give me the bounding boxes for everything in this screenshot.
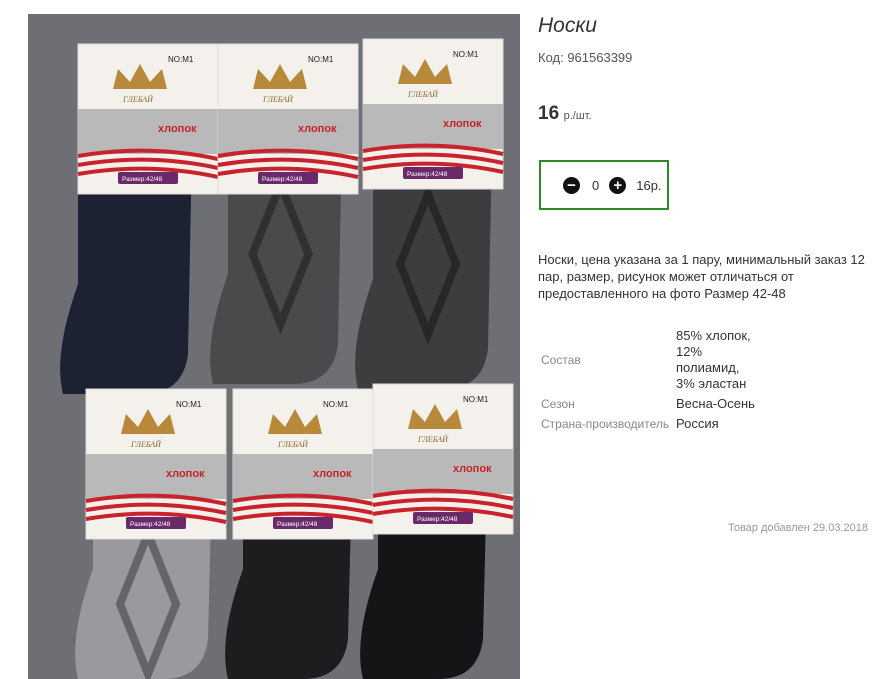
sock-pack: NO:M1 ГЛЕБАЙ хлопок Размер:42/48 <box>60 43 219 394</box>
label-size: Размер:42/48 <box>417 516 458 523</box>
label-no: NO:M1 <box>176 400 202 409</box>
label-brand: ГЛЕБАЙ <box>262 94 294 104</box>
label-brand: ГЛЕБАЙ <box>417 434 449 444</box>
property-key: Состав <box>541 353 581 367</box>
quantity-value[interactable]: 0 <box>592 178 599 193</box>
sock-pack: NO:M1 ГЛЕБАЙ хлопок Размер:42/48 <box>360 383 514 679</box>
label-brand: ГЛЕБАЙ <box>407 89 439 99</box>
plus-circle-icon[interactable]: + <box>609 176 627 194</box>
label-city-image <box>86 454 226 499</box>
quantity-sum: 16р. <box>636 177 662 193</box>
price-unit: р./шт. <box>563 110 592 122</box>
label-material: хлопок <box>298 123 337 135</box>
label-city-image <box>78 109 218 154</box>
label-material: хлопок <box>443 118 482 130</box>
property-key: Страна-производитель <box>541 417 670 431</box>
label-no: NO:M1 <box>308 55 334 64</box>
product-description: Носки, цена указана за 1 пару, минимальн… <box>538 252 865 301</box>
product-title: Носки <box>538 14 597 37</box>
label-city-image <box>218 109 358 154</box>
label-no: NO:M1 <box>453 50 479 59</box>
label-brand: ГЛЕБАЙ <box>277 439 309 449</box>
label-no: NO:M1 <box>323 400 349 409</box>
price-value: 16 <box>538 103 560 124</box>
label-material: хлопок <box>166 468 205 480</box>
label-city-image <box>233 454 373 499</box>
label-size: Размер:42/48 <box>122 176 163 183</box>
label-size: Размер:42/48 <box>407 171 448 178</box>
property-row: Страна-производитель Россия <box>538 414 756 434</box>
label-city-image <box>373 449 513 494</box>
label-no: NO:M1 <box>168 55 194 64</box>
label-material: хлопок <box>313 468 352 480</box>
minus-circle-icon[interactable]: − <box>563 176 580 194</box>
sock-pack: NO:M1 ГЛЕБАЙ хлопок Размер:42/48 <box>75 388 227 679</box>
property-row: Сезон Весна-Осень <box>538 394 756 414</box>
product-code: Код: 961563399 <box>538 50 633 65</box>
property-key: Сезон <box>541 397 575 411</box>
property-value: Россия <box>676 416 719 431</box>
added-date: Товар добавлен 29.03.2018 <box>727 522 868 534</box>
label-city-image <box>363 104 503 149</box>
label-material: хлопок <box>453 463 492 475</box>
label-size: Размер:42/48 <box>130 521 171 528</box>
label-brand: ГЛЕБАЙ <box>122 94 154 104</box>
label-size: Размер:42/48 <box>277 521 318 528</box>
label-size: Размер:42/48 <box>262 176 303 183</box>
sock-pack: NO:M1 ГЛЕБАЙ хлопок Размер:42/48 <box>210 43 359 384</box>
property-value: 85% хлопок, 12% полиамид, 3% эластан <box>676 328 751 391</box>
property-row: Состав 85% хлопок, 12% полиамид, 3% элас… <box>538 326 756 394</box>
label-no: NO:M1 <box>463 395 489 404</box>
sock-pack: NO:M1 ГЛЕБАЙ хлопок Размер:42/48 <box>225 388 374 679</box>
property-value: Весна-Осень <box>676 396 755 411</box>
properties-table: Состав 85% хлопок, 12% полиамид, 3% элас… <box>538 326 756 434</box>
product-price: 16 р./шт. <box>538 103 592 125</box>
product-photo[interactable]: NO:M1 ГЛЕБАЙ хлопок Размер:42/48 NO:M1 ГЛЕБАЙ… <box>28 14 520 679</box>
label-material: хлопок <box>158 123 197 135</box>
label-brand: ГЛЕБАЙ <box>130 439 162 449</box>
quantity-stepper: − 0 + 16р. <box>539 160 669 210</box>
sock-pack: NO:M1 ГЛЕБАЙ хлопок Размер:42/48 <box>355 38 504 389</box>
